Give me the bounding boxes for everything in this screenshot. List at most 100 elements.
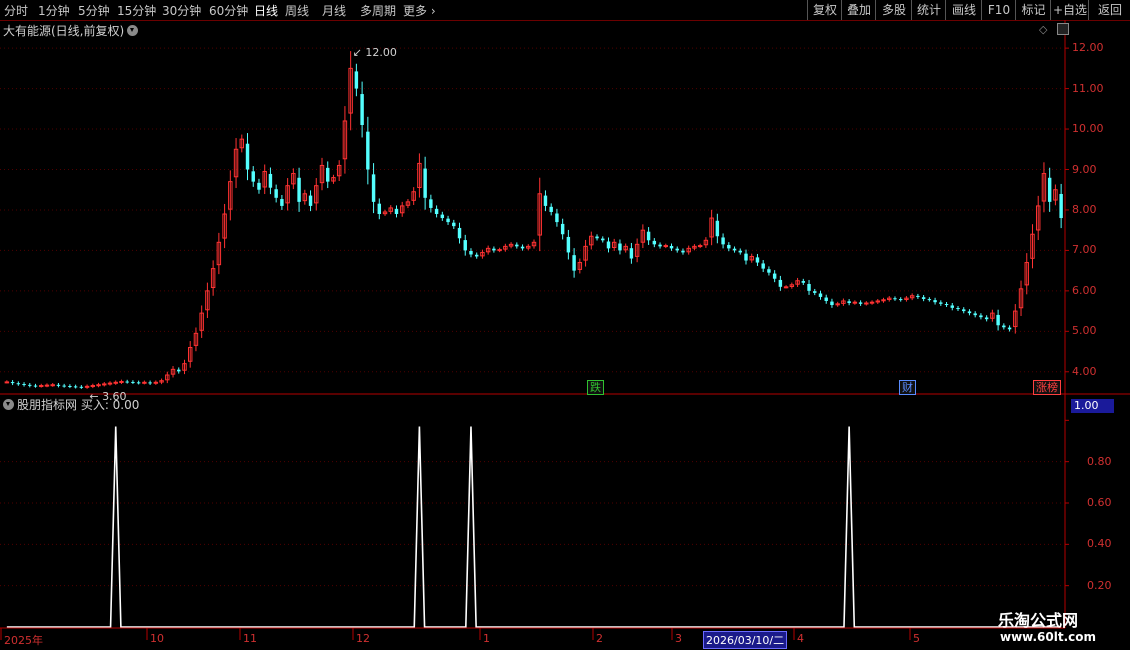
- indicator-y-tick-label: 0.80: [1087, 454, 1112, 468]
- y-tick-label: 12.00: [1072, 41, 1104, 55]
- candle: [606, 237, 611, 253]
- candle-body: [125, 381, 129, 383]
- candle-body: [107, 382, 113, 385]
- panel-toggle-icon[interactable]: [1057, 23, 1069, 35]
- candle: [492, 246, 496, 253]
- candle-body: [84, 385, 90, 388]
- candle: [858, 300, 863, 306]
- candle: [508, 242, 514, 249]
- candle: [308, 190, 313, 212]
- candle: [909, 293, 915, 301]
- candle-body: [543, 195, 548, 206]
- candle: [738, 248, 742, 255]
- candle-body: [984, 317, 989, 320]
- event-badge[interactable]: 涨榜: [1033, 380, 1061, 395]
- candle: [405, 199, 411, 209]
- candle: [79, 385, 84, 389]
- chevron-down-icon[interactable]: [3, 399, 14, 410]
- candle: [1035, 195, 1041, 241]
- candle: [950, 302, 954, 311]
- candle: [136, 380, 141, 385]
- event-badge[interactable]: 财: [899, 380, 916, 395]
- indicator-line: [6, 426, 1062, 628]
- candle-body: [767, 269, 771, 273]
- candle: [280, 195, 284, 210]
- candle: [795, 277, 800, 288]
- candle: [411, 187, 416, 205]
- candle-body: [136, 382, 141, 384]
- candle: [1018, 280, 1024, 316]
- candle: [663, 243, 669, 249]
- candle-body: [50, 384, 55, 387]
- candle-body: [360, 94, 364, 125]
- candle-body: [778, 279, 783, 287]
- y-tick-label: 7.00: [1072, 243, 1097, 257]
- candle-body: [10, 382, 15, 384]
- candle-body: [274, 189, 278, 198]
- candle: [944, 302, 949, 308]
- candle: [297, 167, 301, 212]
- candle: [291, 168, 296, 190]
- candle-body: [675, 248, 679, 251]
- candle-body: [646, 231, 651, 241]
- candle: [629, 242, 634, 264]
- candle: [285, 178, 290, 211]
- candle: [531, 239, 537, 249]
- candle-body: [697, 245, 703, 248]
- candle: [16, 381, 21, 386]
- x-tick-label: 2025年: [4, 634, 43, 647]
- candle: [623, 243, 628, 253]
- candle: [681, 248, 685, 255]
- diamond-icon[interactable]: ◇: [1039, 23, 1047, 36]
- candle-body: [555, 213, 559, 223]
- candle: [187, 341, 193, 368]
- candle-body: [869, 301, 875, 304]
- candle-body: [967, 311, 972, 314]
- candle: [245, 133, 250, 181]
- candle: [268, 167, 273, 195]
- candle-body: [62, 385, 66, 387]
- candle: [939, 300, 943, 306]
- candle-body: [979, 315, 983, 318]
- chevron-down-icon[interactable]: [127, 25, 139, 36]
- candle: [904, 296, 909, 302]
- candle-body: [245, 143, 250, 170]
- candle-body: [801, 281, 806, 283]
- candle-body: [738, 250, 742, 253]
- candle: [354, 63, 359, 97]
- candle: [921, 295, 926, 302]
- candle: [399, 201, 405, 217]
- candle: [84, 384, 90, 389]
- watermark-url: www.60lt.com: [1000, 630, 1097, 644]
- event-badge[interactable]: 跌: [587, 380, 604, 395]
- candle-body: [308, 195, 313, 206]
- candle: [50, 382, 55, 387]
- candle: [1053, 184, 1058, 206]
- candle: [216, 232, 222, 275]
- candle-body: [4, 381, 10, 384]
- candle: [446, 215, 450, 225]
- candle: [555, 208, 559, 227]
- candle: [1030, 224, 1035, 269]
- candle-body: [916, 295, 920, 297]
- candle: [813, 288, 817, 296]
- candle: [469, 248, 473, 258]
- candle: [239, 134, 245, 153]
- candle-body: [268, 173, 273, 188]
- candle: [869, 300, 875, 305]
- candle-body: [446, 218, 450, 223]
- candle: [772, 270, 777, 283]
- y-tick-label: 10.00: [1072, 122, 1104, 136]
- candle: [783, 285, 789, 289]
- y-tick-label: 6.00: [1072, 283, 1097, 297]
- candle: [818, 290, 823, 300]
- candle: [222, 203, 227, 249]
- candlestick-series: [4, 51, 1063, 389]
- candle-body: [669, 245, 674, 249]
- candle: [595, 234, 599, 241]
- candle: [566, 229, 571, 260]
- candle: [102, 382, 107, 387]
- candle: [497, 247, 502, 253]
- candle: [703, 237, 709, 248]
- candle: [257, 178, 261, 194]
